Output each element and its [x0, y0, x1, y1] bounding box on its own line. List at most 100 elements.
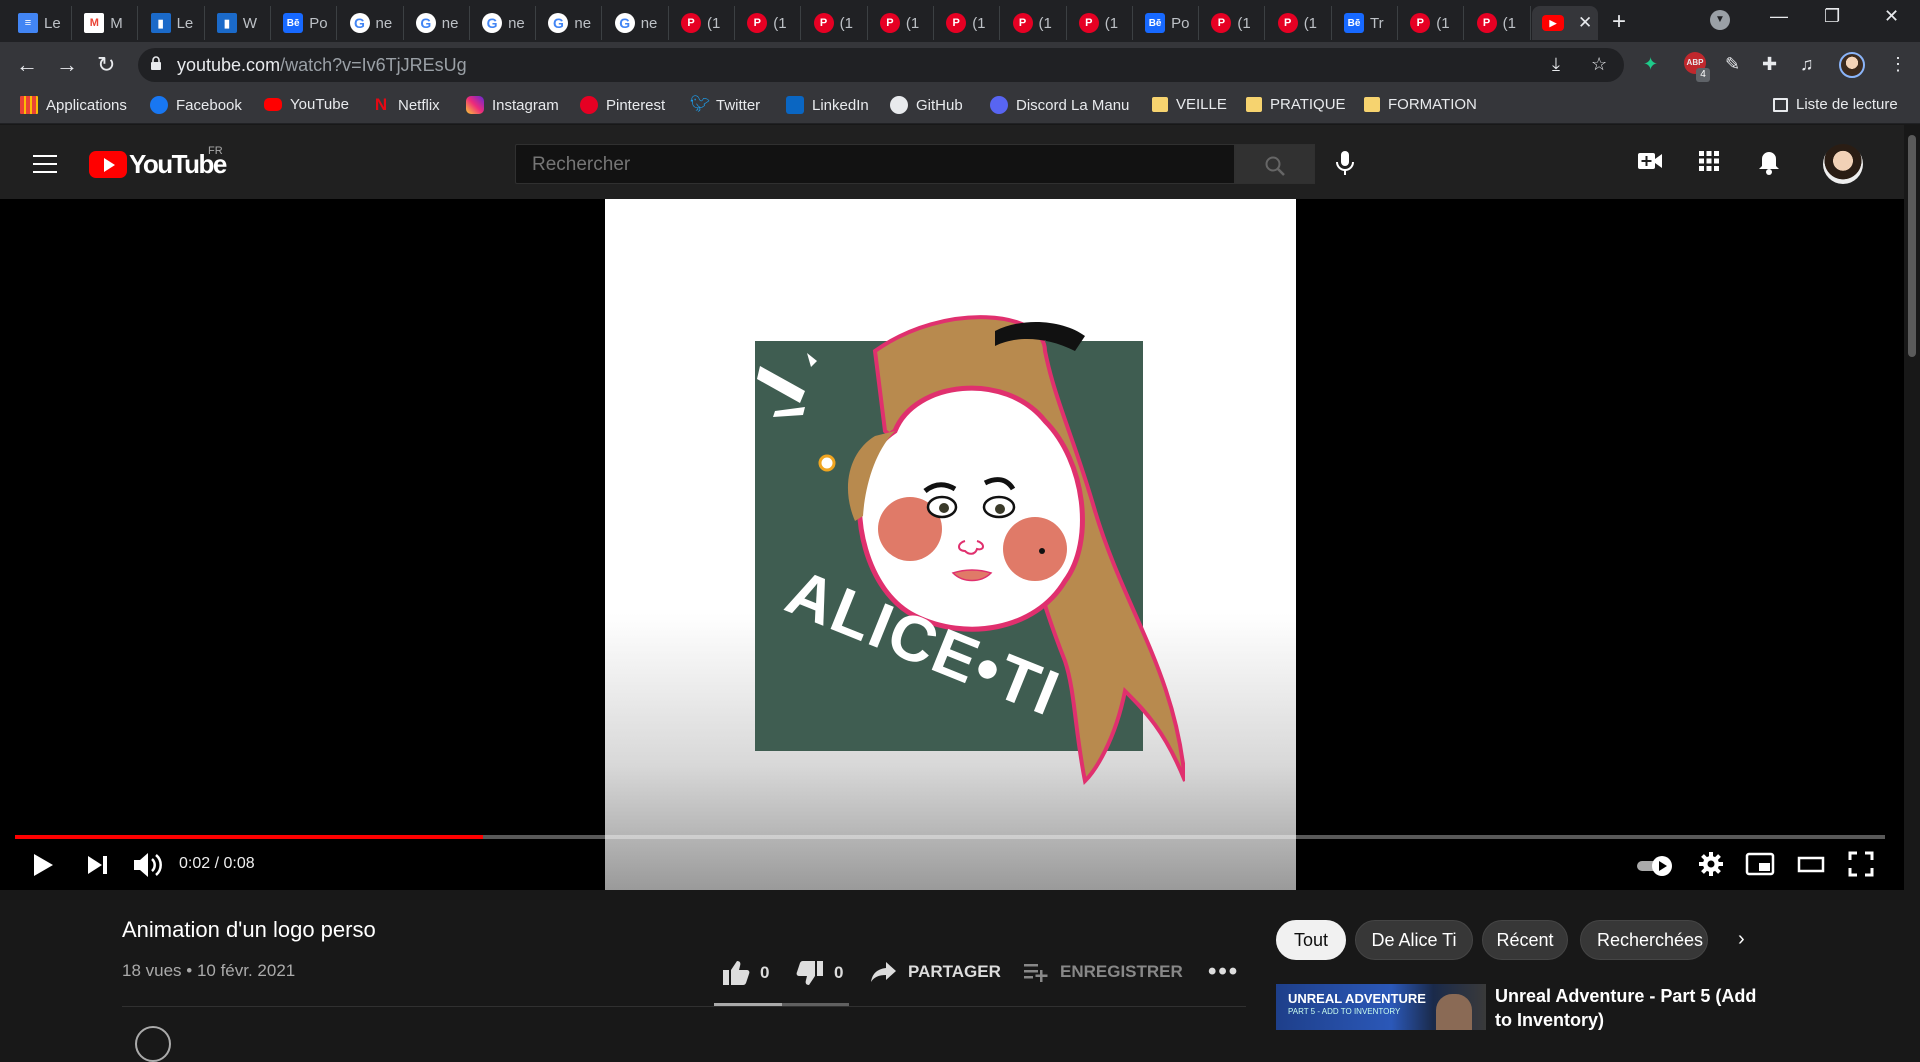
- bookmark-twitter[interactable]: 🐦︎ Twitter: [690, 96, 760, 114]
- reading-list-button[interactable]: Liste de lecture: [1773, 96, 1898, 113]
- chevron-right-icon[interactable]: ›: [1738, 928, 1745, 951]
- browser-tab[interactable]: Gne: [605, 6, 669, 40]
- theater-mode-icon[interactable]: [1796, 851, 1826, 877]
- autoplay-toggle[interactable]: [1636, 855, 1674, 877]
- bookmark-instagram[interactable]: Instagram: [466, 96, 559, 114]
- browser-tab[interactable]: P (1: [1201, 6, 1266, 40]
- browser-tab[interactable]: Bē Tr: [1334, 6, 1398, 40]
- browser-tab[interactable]: P (1: [671, 6, 735, 40]
- new-tab-button[interactable]: +: [1612, 8, 1626, 36]
- user-avatar[interactable]: [1823, 144, 1863, 184]
- bookmark-pratique[interactable]: PRATIQUE: [1246, 96, 1346, 113]
- microphone-icon[interactable]: [1335, 150, 1355, 176]
- chip-recent[interactable]: Récent: [1482, 920, 1568, 960]
- back-icon[interactable]: ←: [16, 52, 38, 78]
- url-text[interactable]: youtube.com/watch?v=Iv6TjJREsUg: [177, 55, 467, 76]
- bookmark-netflix[interactable]: N Netflix: [372, 96, 440, 114]
- minimize-icon[interactable]: —: [1770, 6, 1788, 27]
- page-scrollbar[interactable]: [1904, 125, 1920, 1030]
- like-count: 0: [760, 963, 770, 982]
- webflow-icon: ▮: [216, 13, 237, 33]
- browser-tab[interactable]: Bē Po: [1135, 6, 1200, 40]
- hamburger-menu-icon[interactable]: [33, 155, 57, 173]
- apps-grid-icon[interactable]: [1698, 150, 1720, 172]
- bookmark-linkedin[interactable]: LinkedIn: [786, 96, 869, 114]
- next-video-icon[interactable]: [86, 851, 110, 879]
- video-player[interactable]: ALICE•TI 0:02 / 0:08: [0, 199, 1904, 890]
- extensions-puzzle-icon[interactable]: ✚: [1762, 54, 1777, 75]
- browser-tab[interactable]: P (1: [737, 6, 802, 40]
- browser-tab[interactable]: P (1: [1268, 6, 1332, 40]
- browser-tab[interactable]: P (1: [1400, 6, 1465, 40]
- menu-kebab-icon[interactable]: ⋮: [1889, 54, 1907, 75]
- behance-icon: Bē: [1344, 13, 1364, 33]
- bookmark-veille[interactable]: VEILLE: [1152, 96, 1227, 113]
- dislike-button[interactable]: 0: [796, 960, 843, 986]
- save-button[interactable]: ENREGISTRER: [1022, 960, 1183, 984]
- browser-tab[interactable]: P (1: [870, 6, 934, 40]
- play-icon[interactable]: [28, 851, 56, 879]
- browser-tab[interactable]: Gne: [472, 6, 537, 40]
- channel-avatar[interactable]: [135, 1026, 171, 1062]
- recommendation-title[interactable]: Unreal Adventure - Part 5 (Add to Invent…: [1495, 984, 1775, 1032]
- browser-tab[interactable]: ▮ W: [207, 6, 271, 40]
- restore-icon[interactable]: ❐: [1824, 6, 1840, 27]
- browser-profile-avatar[interactable]: [1839, 52, 1865, 78]
- chip-searched[interactable]: Recherchées r: [1580, 920, 1708, 960]
- search-button[interactable]: [1235, 144, 1315, 184]
- tab-label: (1: [707, 14, 721, 32]
- browser-tab[interactable]: ≡ Le: [8, 6, 72, 40]
- chip-from-channel[interactable]: De Alice Ti: [1355, 920, 1473, 960]
- tab-youtube-active[interactable]: ▶ ✕: [1532, 6, 1598, 40]
- search-input[interactable]: [532, 154, 1212, 176]
- bookmark-applications[interactable]: Applications: [20, 96, 127, 114]
- browser-tab[interactable]: Gne: [538, 6, 603, 40]
- bookmark-facebook[interactable]: Facebook: [150, 96, 242, 114]
- close-icon[interactable]: ✕: [1578, 13, 1592, 33]
- bookmark-youtube[interactable]: YouTube: [264, 96, 349, 113]
- recommendation-thumbnail[interactable]: UNREAL ADVENTURE PART 5 - ADD TO INVENTO…: [1276, 984, 1486, 1030]
- notifications-bell-icon[interactable]: [1758, 150, 1780, 176]
- bookmark-discord-la-manu[interactable]: Discord La Manu: [990, 96, 1129, 114]
- create-video-icon[interactable]: [1637, 150, 1663, 172]
- extension-pen-icon[interactable]: ✎: [1725, 54, 1740, 75]
- video-meta: 18 vues • 10 févr. 2021: [122, 961, 296, 980]
- settings-gear-icon[interactable]: [1698, 851, 1724, 877]
- browser-tab[interactable]: Gne: [340, 6, 404, 40]
- extension-leaf-icon[interactable]: ✦: [1643, 54, 1658, 75]
- bookmark-label: FORMATION: [1388, 96, 1477, 113]
- bookmark-pinterest[interactable]: Pinterest: [580, 96, 665, 114]
- window-close-icon[interactable]: ✕: [1884, 6, 1899, 27]
- fullscreen-icon[interactable]: [1848, 851, 1874, 877]
- browser-tab[interactable]: Gne: [406, 6, 470, 40]
- volume-icon[interactable]: [132, 851, 164, 879]
- progress-bar[interactable]: [15, 835, 1885, 839]
- bookmark-star-icon[interactable]: ☆: [1591, 54, 1607, 75]
- install-icon[interactable]: ⤓: [1552, 54, 1560, 75]
- gmail-icon: M: [84, 13, 105, 33]
- bookmark-github[interactable]: GitHub: [890, 96, 963, 114]
- media-control-icon[interactable]: ♫: [1800, 54, 1814, 75]
- scrollbar-thumb[interactable]: [1908, 135, 1916, 357]
- browser-tab[interactable]: P (1: [804, 6, 868, 40]
- more-actions-icon[interactable]: •••: [1208, 958, 1239, 986]
- tab-search-icon[interactable]: ▼: [1710, 10, 1730, 30]
- like-button[interactable]: 0: [722, 960, 769, 986]
- browser-tab[interactable]: ▮ Le: [141, 6, 205, 40]
- youtube-logo[interactable]: YouTube: [89, 149, 227, 180]
- docs-icon: ≡: [18, 13, 38, 33]
- browser-tab[interactable]: MM: [74, 6, 139, 40]
- browser-tab[interactable]: P (1: [1069, 6, 1133, 40]
- pinterest-icon: P: [813, 13, 834, 33]
- browser-tab[interactable]: P (1: [1467, 6, 1531, 40]
- browser-tab[interactable]: P (1: [1003, 6, 1067, 40]
- chip-all[interactable]: Tout: [1276, 920, 1346, 960]
- browser-tab[interactable]: Bē Po: [273, 6, 338, 40]
- miniplayer-icon[interactable]: [1745, 851, 1775, 877]
- forward-icon[interactable]: →: [56, 52, 78, 78]
- alice-ti-logo-artwork: ALICE•TI: [755, 315, 1185, 786]
- browser-tab[interactable]: P (1: [936, 6, 1001, 40]
- bookmark-formation[interactable]: FORMATION: [1364, 96, 1477, 113]
- share-button[interactable]: PARTAGER: [870, 960, 1001, 984]
- reload-icon[interactable]: ↻: [97, 52, 115, 78]
